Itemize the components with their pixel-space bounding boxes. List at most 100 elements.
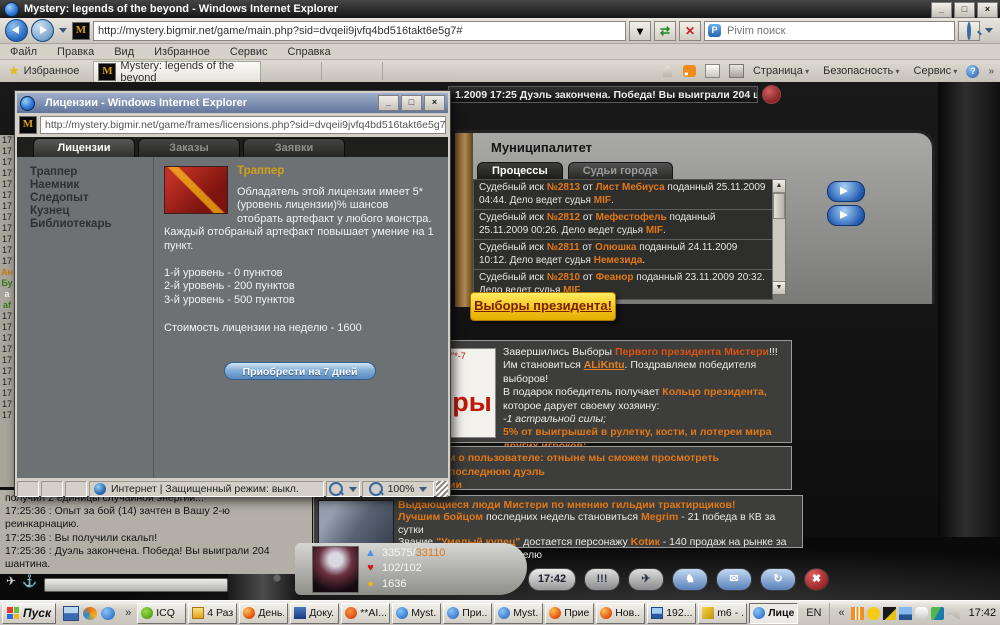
search-box[interactable]: P bbox=[704, 21, 955, 41]
taskbar-button[interactable]: При... bbox=[443, 603, 492, 624]
license-type-item[interactable]: Следопыт bbox=[30, 192, 112, 205]
command-menu-item[interactable]: Страница bbox=[753, 65, 809, 77]
tray-network-icon[interactable] bbox=[931, 607, 944, 620]
taskbar-button[interactable]: Myst... bbox=[392, 603, 441, 624]
arrow-action-button[interactable] bbox=[827, 181, 865, 202]
airplane-icon[interactable]: ✈ bbox=[6, 574, 16, 588]
hand-action-button[interactable] bbox=[827, 205, 865, 226]
taskbar-button[interactable]: Доку... bbox=[290, 603, 339, 624]
popup-titlebar[interactable]: Лицензии - Windows Internet Explorer _ □… bbox=[17, 93, 448, 113]
license-tab[interactable]: Заказы bbox=[138, 138, 240, 157]
license-tab[interactable]: Лицензии bbox=[33, 138, 135, 157]
close-button[interactable]: × bbox=[977, 2, 998, 18]
court-case-row[interactable]: Судебный иск №2811 от Олюшка поданный 24… bbox=[474, 240, 772, 270]
mail-icon[interactable] bbox=[705, 64, 720, 78]
scroll-thumb[interactable] bbox=[773, 193, 785, 219]
media-player-icon[interactable] bbox=[83, 607, 97, 620]
menu-item[interactable]: Вид bbox=[114, 46, 134, 58]
menu-item[interactable]: Справка bbox=[288, 46, 331, 58]
menu-item[interactable]: Сервис bbox=[230, 46, 268, 58]
tray-display-icon[interactable] bbox=[899, 607, 912, 620]
scroll-up-icon[interactable]: ▲ bbox=[773, 180, 785, 193]
chat-log[interactable]: получил 2 единицы случайной энергии...17… bbox=[0, 490, 312, 574]
tray-antivirus-icon[interactable] bbox=[883, 607, 896, 620]
court-case-row[interactable]: Судебный иск №2812 от Мефестофель поданн… bbox=[474, 210, 772, 240]
start-button[interactable]: Пуск bbox=[2, 603, 56, 624]
taskbar-button[interactable]: Нов... bbox=[596, 603, 645, 624]
license-type-item[interactable]: Кузнец bbox=[30, 205, 112, 218]
search-go-button[interactable] bbox=[958, 21, 980, 41]
license-type-item[interactable]: Траппер bbox=[30, 166, 112, 179]
taskbar-button[interactable]: m6 - ... bbox=[698, 603, 747, 624]
feed-icon[interactable] bbox=[683, 65, 696, 77]
taskbar-button[interactable]: День... bbox=[239, 603, 288, 624]
command-menu-item[interactable]: Сервис bbox=[914, 65, 958, 77]
language-indicator[interactable]: EN bbox=[801, 607, 826, 619]
tray-pause-icon[interactable] bbox=[851, 607, 864, 620]
menu-item[interactable]: Файл bbox=[10, 46, 37, 58]
history-dropdown-icon[interactable] bbox=[59, 28, 67, 33]
close-button[interactable]: ✖ bbox=[804, 568, 829, 591]
tray-volume-icon[interactable] bbox=[947, 607, 960, 620]
resize-grip[interactable] bbox=[436, 481, 448, 497]
search-options-icon[interactable] bbox=[985, 28, 993, 33]
taskbar-button[interactable]: Лице... bbox=[749, 603, 798, 624]
address-dropdown-button[interactable]: ▾ bbox=[629, 21, 651, 41]
minimize-button[interactable]: _ bbox=[931, 2, 952, 18]
menu-item[interactable]: Избранное bbox=[154, 46, 210, 58]
municipality-tab[interactable]: Процессы bbox=[477, 162, 563, 180]
bird-button[interactable]: ✈ bbox=[628, 568, 664, 591]
command-overflow-icon[interactable]: » bbox=[988, 66, 994, 77]
popup-maximize-button[interactable]: □ bbox=[401, 95, 422, 111]
tray-tooth-icon[interactable] bbox=[915, 607, 928, 620]
refresh-button[interactable]: ↻ bbox=[760, 568, 796, 591]
menu-item[interactable]: Правка bbox=[57, 46, 94, 58]
popup-address[interactable]: http://mystery.bigmir.net/game/frames/li… bbox=[40, 116, 446, 134]
duel-button[interactable]: ♞ bbox=[672, 568, 708, 591]
buy-button[interactable]: Приобрести на 7 дней bbox=[224, 362, 376, 380]
search-input[interactable] bbox=[725, 24, 951, 38]
taskbar-button[interactable]: Прие... bbox=[545, 603, 594, 624]
municipality-tab[interactable]: Судьи города bbox=[568, 162, 673, 180]
taskbar-button[interactable]: 192.... bbox=[647, 603, 696, 624]
command-menu-item[interactable]: Безопасность bbox=[823, 65, 899, 77]
license-tab[interactable]: Заявки bbox=[243, 138, 345, 157]
favorites-label[interactable]: Избранное bbox=[24, 65, 80, 77]
quicklaunch-overflow-icon[interactable]: » bbox=[125, 607, 131, 619]
tray-expand-icon[interactable]: « bbox=[838, 607, 844, 619]
stop-button[interactable]: ✕ bbox=[679, 21, 701, 41]
zoom-control[interactable]: 100% bbox=[362, 481, 434, 497]
court-case-row[interactable]: Судебный иск №2813 от Лист Мебиуса подан… bbox=[474, 180, 772, 210]
scroll-down-icon[interactable]: ▼ bbox=[773, 281, 785, 294]
print-icon[interactable] bbox=[729, 64, 744, 78]
player-avatar[interactable] bbox=[312, 546, 359, 593]
favorites-star-icon[interactable]: ★ bbox=[8, 63, 20, 79]
election-button[interactable]: Выборы президента! bbox=[470, 292, 616, 321]
license-type-item[interactable]: Наемник bbox=[30, 179, 112, 192]
license-type-item[interactable]: Библиотекарь bbox=[30, 218, 112, 231]
ie-launch-icon[interactable] bbox=[101, 607, 115, 620]
court-list-scrollbar[interactable]: ▲ ▼ bbox=[772, 179, 786, 295]
browser-tab[interactable]: M Mystery: legends of the beyond bbox=[93, 61, 261, 82]
tray-duck-icon[interactable] bbox=[867, 607, 880, 620]
refresh-button[interactable]: ⇄ bbox=[654, 21, 676, 41]
address-input[interactable] bbox=[93, 21, 626, 41]
back-button[interactable] bbox=[5, 19, 28, 42]
taskbar-button[interactable]: Myst... bbox=[494, 603, 543, 624]
anchor-icon[interactable]: ⚓ bbox=[22, 574, 37, 588]
popup-close-button[interactable]: × bbox=[424, 95, 445, 111]
mail-button[interactable]: ✉ bbox=[716, 568, 752, 591]
forward-button[interactable] bbox=[31, 19, 54, 42]
events-button[interactable]: !!! bbox=[584, 568, 620, 591]
help-icon[interactable]: ? bbox=[966, 65, 979, 78]
taskbar-button[interactable]: 4 Раз... bbox=[188, 603, 237, 624]
chat-scrollbar[interactable] bbox=[44, 578, 228, 592]
restore-button[interactable]: □ bbox=[954, 2, 975, 18]
taskbar-button[interactable]: ICQ bbox=[137, 603, 186, 624]
home-icon[interactable] bbox=[661, 65, 674, 77]
show-desktop-icon[interactable] bbox=[63, 606, 79, 621]
taskbar-button[interactable]: **АI... bbox=[341, 603, 390, 624]
popup-minimize-button[interactable]: _ bbox=[378, 95, 399, 111]
protection-button[interactable] bbox=[326, 481, 360, 497]
notification-close-icon[interactable] bbox=[762, 85, 781, 104]
